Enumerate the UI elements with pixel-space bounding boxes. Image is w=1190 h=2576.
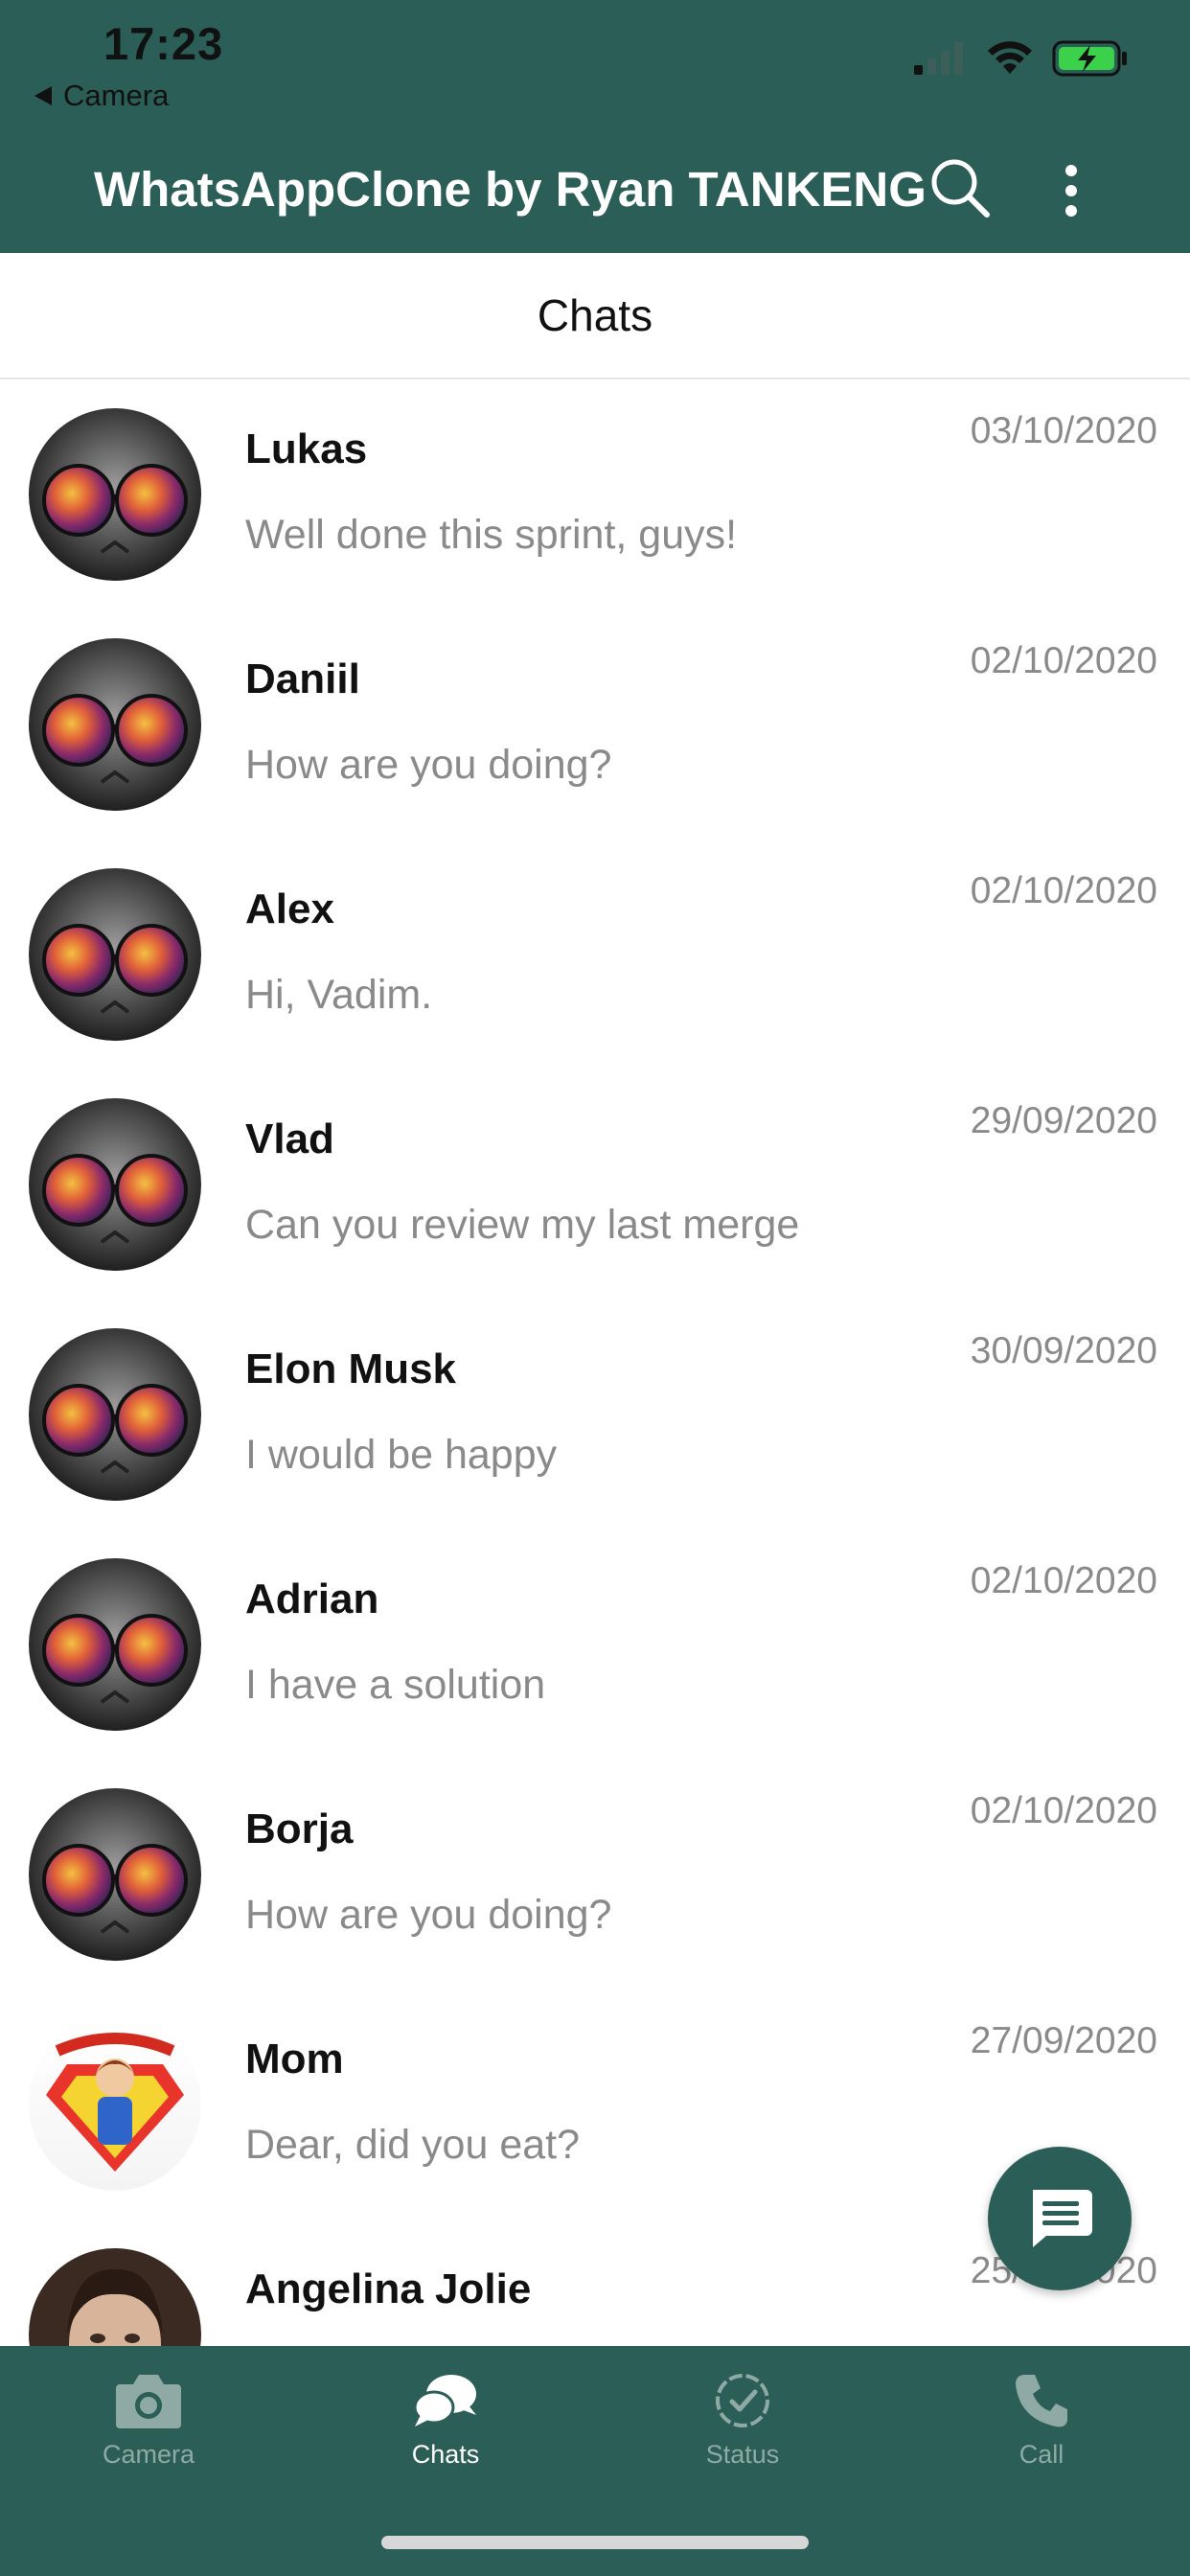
nav-label: Status: [705, 2440, 780, 2469]
chat-last-message: Well done this sprint, guys!: [245, 512, 738, 558]
chats-tab-header: Chats: [0, 253, 1190, 380]
back-app-label: Camera: [63, 79, 170, 112]
chat-item[interactable]: Alex Hi, Vadim. 02/10/2020: [0, 840, 1190, 1070]
chat-date: 27/09/2020: [970, 2020, 1157, 2061]
avatar: [29, 2018, 201, 2191]
chat-item[interactable]: Adrian I have a solution 02/10/2020: [0, 1530, 1190, 1760]
avatar: [29, 408, 201, 581]
chat-last-message: Hi, Vadim.: [245, 972, 433, 1018]
status-time: 17:23: [103, 18, 224, 69]
chat-item[interactable]: Lukas Well done this sprint, guys! 03/10…: [0, 380, 1190, 610]
back-to-app[interactable]: Camera: [34, 79, 169, 113]
portrait-avatar-image: [29, 2248, 201, 2346]
signal-icon: [914, 42, 963, 75]
chat-name: Mom: [245, 2036, 344, 2082]
nav-label: Camera: [102, 2440, 195, 2469]
chat-last-message: How are you doing?: [245, 742, 612, 788]
chat-item[interactable]: Elon Musk I would be happy 30/09/2020: [0, 1300, 1190, 1530]
nav-status[interactable]: Status: [628, 2371, 858, 2515]
cat-avatar-image: [29, 1558, 201, 1731]
chat-list[interactable]: Lukas Well done this sprint, guys! 03/10…: [0, 380, 1190, 2346]
chat-date: 30/09/2020: [970, 1330, 1157, 1371]
chat-last-message: Dear, did you eat?: [245, 2122, 581, 2168]
camera-icon: [116, 2375, 181, 2428]
new-chat-button[interactable]: [988, 2147, 1132, 2290]
chat-date: 02/10/2020: [970, 1560, 1157, 1601]
chat-date: 02/10/2020: [970, 870, 1157, 911]
chat-item[interactable]: Vlad Can you review my last merge 29/09/…: [0, 1070, 1190, 1300]
supermum-avatar-image: [29, 2018, 201, 2191]
avatar: [29, 2248, 201, 2346]
chat-item[interactable]: Borja How are you doing? 02/10/2020: [0, 1760, 1190, 1990]
chat-name: Alex: [245, 886, 334, 932]
cat-avatar-image: [29, 638, 201, 811]
chat-item[interactable]: Daniil How are you doing? 02/10/2020: [0, 610, 1190, 840]
more-vertical-icon[interactable]: [1050, 161, 1092, 220]
cat-avatar-image: [29, 1788, 201, 1961]
avatar: [29, 638, 201, 811]
chat-name: Elon Musk: [245, 1346, 457, 1392]
cat-avatar-image: [29, 1328, 201, 1501]
chat-name: Daniil: [245, 656, 360, 702]
avatar: [29, 1098, 201, 1271]
chat-last-message: I would be happy: [245, 1432, 558, 1478]
battery-icon: [1052, 40, 1127, 77]
tab-title: Chats: [537, 290, 653, 340]
app-title: WhatsAppClone by Ryan TANKENG: [94, 162, 927, 217]
system-icons: [914, 40, 1129, 77]
avatar: [29, 1328, 201, 1501]
nav-label: Call: [1018, 2440, 1064, 2469]
nav-label: Chats: [411, 2440, 480, 2469]
cat-avatar-image: [29, 868, 201, 1041]
chat-date: 29/09/2020: [970, 1100, 1157, 1141]
home-indicator[interactable]: [381, 2536, 809, 2549]
chat-name: Lukas: [245, 426, 368, 472]
back-arrow-icon: [34, 86, 52, 105]
chat-date: 03/10/2020: [970, 410, 1157, 451]
avatar: [29, 1558, 201, 1731]
cat-avatar-image: [29, 408, 201, 581]
nav-camera[interactable]: Camera: [34, 2371, 263, 2515]
avatar: [29, 1788, 201, 1961]
search-icon[interactable]: [926, 153, 995, 222]
chat-date: 02/10/2020: [970, 640, 1157, 681]
chat-name: Adrian: [245, 1576, 379, 1622]
chat-last-message: Can you review my last merge: [245, 1202, 800, 1248]
status-icon: [716, 2374, 769, 2427]
chat-last-message: How are you doing?: [245, 1892, 612, 1938]
avatar: [29, 868, 201, 1041]
chat-name: Borja: [245, 1806, 354, 1852]
chats-icon: [413, 2375, 476, 2426]
chat-name: Vlad: [245, 1116, 334, 1162]
phone-icon: [1016, 2375, 1067, 2427]
chat-last-message: I have a solution: [245, 1662, 546, 1708]
cat-avatar-image: [29, 1098, 201, 1271]
nav-chats[interactable]: Chats: [331, 2371, 561, 2515]
chat-date: 02/10/2020: [970, 1790, 1157, 1831]
new-chat-icon: [1033, 2190, 1092, 2247]
nav-call[interactable]: Call: [927, 2371, 1156, 2515]
chat-name: Angelina Jolie: [245, 2266, 532, 2312]
app-header: 17:23 Camera WhatsAppClone by Ryan TANKE…: [0, 0, 1190, 253]
wifi-icon: [988, 41, 1032, 74]
